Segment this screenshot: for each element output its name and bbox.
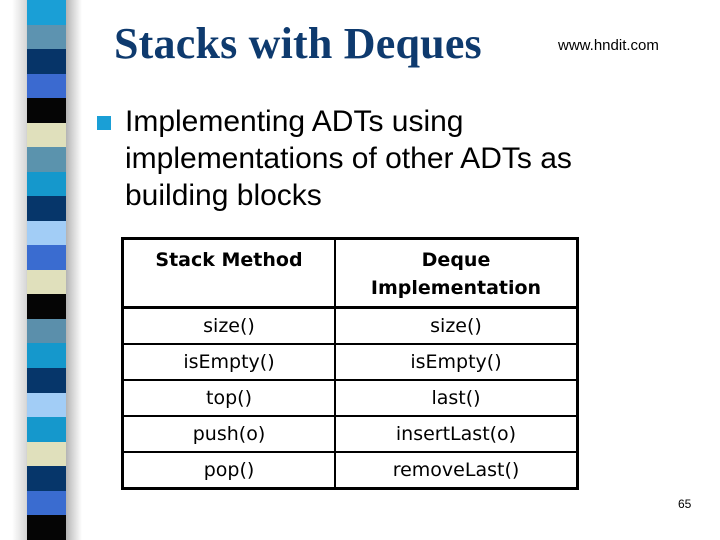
decorative-color-stripe (27, 0, 66, 540)
header-deque-implementation-label: Deque Implementation (370, 249, 542, 299)
deque-method-cell: last() (335, 380, 578, 417)
table-row: isEmpty() isEmpty() (122, 344, 578, 381)
stripe-band (27, 73, 66, 99)
deque-method-cell: removeLast() (392, 459, 520, 481)
stripe-band (27, 196, 66, 221)
page-number: 65 (678, 497, 692, 511)
stripe-band (27, 220, 66, 246)
deque-method-cell: insertLast(o) (335, 416, 578, 453)
table-header-row: Stack Method Deque Implementation (122, 238, 578, 309)
stripe-band (27, 367, 66, 393)
stripe-band (27, 441, 66, 467)
stripe-band (27, 466, 66, 491)
stripe-band (27, 245, 66, 270)
stripe-band (27, 49, 66, 74)
stripe-band (27, 343, 66, 368)
deque-method-cell: isEmpty() (335, 344, 578, 381)
slide-title: Stacks with Deques (114, 19, 482, 68)
stripe-band (27, 147, 66, 172)
stack-method-cell: isEmpty() (122, 344, 336, 381)
stripe-band (27, 294, 66, 319)
stripe-band (27, 269, 66, 295)
stripe-band (27, 490, 66, 516)
stripe-band (27, 0, 66, 25)
square-bullet-icon (97, 116, 111, 130)
deque-method-cell: size() (335, 307, 578, 345)
bullet-text: Implementing ADTs using implementations … (125, 105, 572, 212)
table-row: pop() removeLast() (122, 452, 578, 489)
table-row: push(o) insertLast(o) (122, 416, 578, 453)
stripe-band (27, 24, 66, 50)
header-deque-implementation: Deque Implementation (335, 238, 578, 309)
method-mapping-table: Stack Method Deque Implementation size()… (121, 237, 579, 490)
stack-method-cell: size() (122, 307, 336, 345)
stripe-band (27, 171, 66, 197)
table-row: top() last() (122, 380, 578, 417)
website-url: www.hndit.com (558, 37, 659, 54)
header-stack-method: Stack Method (122, 238, 336, 309)
stack-method-cell: top() (122, 380, 336, 417)
stripe-band (27, 515, 66, 540)
stripe-band (27, 417, 66, 442)
stack-method-cell: push(o) (122, 416, 336, 453)
stripe-band (27, 122, 66, 148)
stack-method-cell: pop() (122, 452, 336, 489)
stripe-band (27, 392, 66, 418)
table-row: size() size() (122, 307, 578, 345)
stripe-band (27, 98, 66, 123)
stripe-band (27, 318, 66, 344)
